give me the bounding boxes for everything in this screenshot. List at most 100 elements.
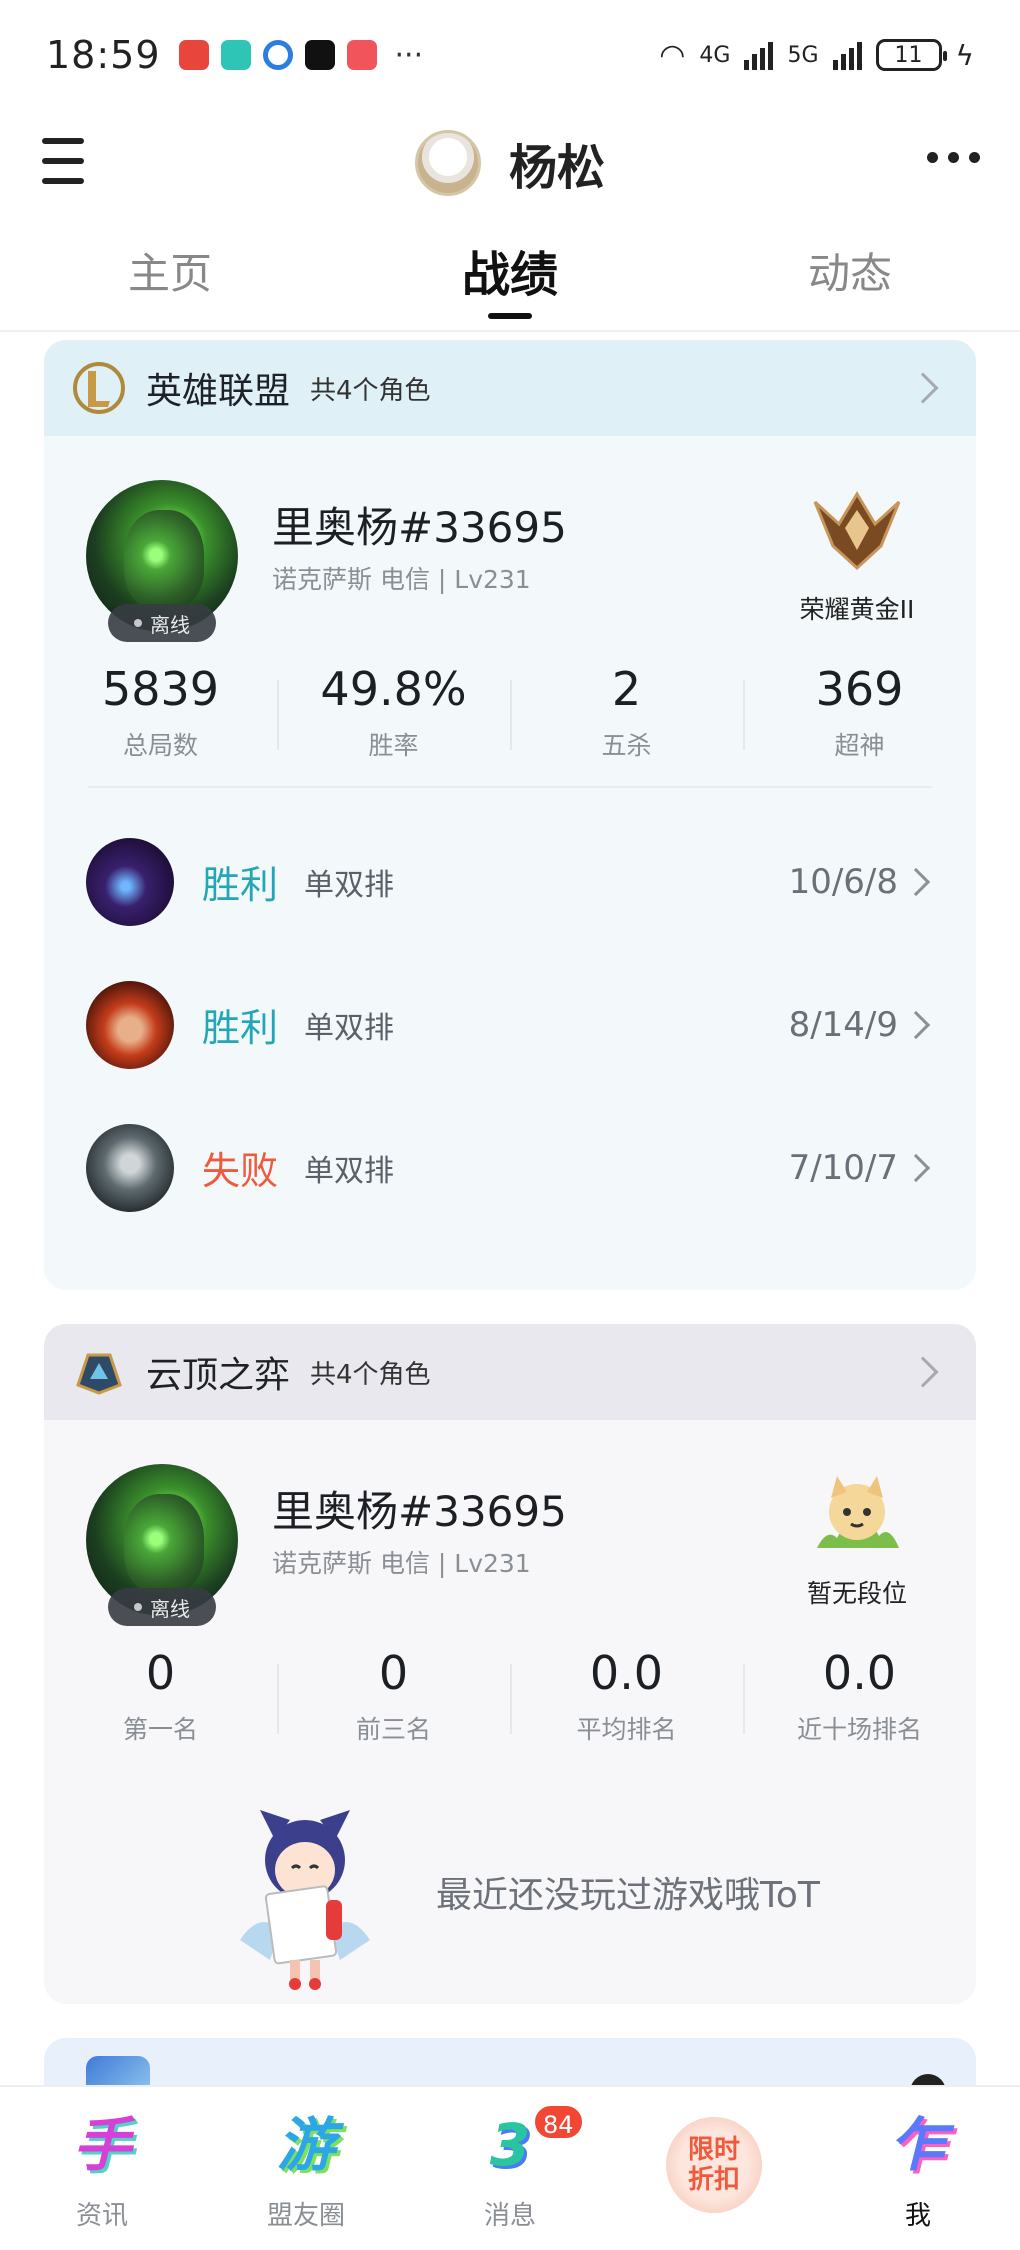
nav-label: 资讯 bbox=[75, 2201, 128, 2231]
match-row[interactable]: 胜利 单双排 10/6/8 bbox=[44, 810, 976, 953]
match-kda: 7/10/7 bbox=[788, 1147, 898, 1188]
champion-icon bbox=[86, 980, 174, 1069]
stat-value: 49.8% bbox=[320, 662, 467, 716]
match-row[interactable]: 失败 单双排 7/10/7 bbox=[44, 1096, 976, 1239]
menu-icon[interactable] bbox=[42, 138, 84, 184]
network-5g-label: 5G bbox=[787, 42, 819, 68]
tft-role-count: 共4个角色 bbox=[310, 1359, 431, 1390]
avatar[interactable] bbox=[414, 129, 481, 196]
status-more-icon: ··· bbox=[394, 37, 424, 73]
player-server-level: 诺克萨斯 电信 | Lv231 bbox=[272, 1549, 531, 1578]
tft-stats: 0 第一名 0 前三名 0.0 平均排名 0.0 近十场排名 bbox=[44, 1640, 976, 1770]
tft-title: 云顶之弈 bbox=[146, 1355, 291, 1396]
battery-icon: 11 bbox=[875, 39, 947, 71]
nav-news[interactable]: 手 资讯 bbox=[0, 2087, 204, 2250]
empty-state: 最近还没玩过游戏哦ToT bbox=[44, 1770, 976, 2000]
nav-messages[interactable]: 3 84 消息 bbox=[408, 2087, 612, 2250]
signal-icon-2 bbox=[832, 40, 862, 70]
stat-pentakills: 2 五杀 bbox=[510, 656, 743, 786]
tab-records[interactable]: 战绩 bbox=[340, 225, 680, 315]
tab-home[interactable]: 主页 bbox=[0, 225, 340, 315]
me-icon: 乍 bbox=[888, 2111, 947, 2179]
chevron-right-icon bbox=[907, 1356, 939, 1388]
stat-value: 0.0 bbox=[589, 1646, 664, 1700]
stat-value: 0 bbox=[145, 1646, 176, 1700]
offline-status-badge: 离线 bbox=[108, 1588, 216, 1626]
profile-name: 杨松 bbox=[508, 139, 605, 196]
stat-value: 0 bbox=[378, 1646, 409, 1700]
mail-app-icon bbox=[346, 40, 377, 70]
limited-discount-icon: 限时 折扣 bbox=[666, 2117, 762, 2213]
gold-rank-icon bbox=[813, 491, 901, 571]
match-row[interactable]: 胜利 单双排 8/14/9 bbox=[44, 953, 976, 1096]
stat-top-three: 0 前三名 bbox=[277, 1640, 510, 1770]
wifi-icon: ◠ bbox=[659, 37, 686, 73]
divider bbox=[0, 330, 1020, 332]
chevron-right-icon bbox=[901, 1010, 931, 1040]
chevron-right-icon bbox=[901, 867, 931, 897]
tft-logo-icon bbox=[76, 1353, 122, 1395]
more-options-icon[interactable] bbox=[927, 152, 980, 163]
stat-first-place: 0 第一名 bbox=[44, 1640, 277, 1770]
offline-status-label: 离线 bbox=[150, 612, 190, 637]
battery-level: 11 bbox=[894, 42, 923, 68]
player-name: 里奥杨#33695 bbox=[272, 503, 567, 552]
stat-recent-ten-rank: 0.0 近十场排名 bbox=[743, 1640, 976, 1770]
rank-name: 暂无段位 bbox=[806, 1579, 907, 1608]
promo-line-1: 限时 bbox=[687, 2135, 740, 2165]
stat-win-rate: 49.8% 胜率 bbox=[277, 656, 510, 786]
status-app-icons: ··· bbox=[178, 37, 424, 73]
lol-role-count: 共4个角色 bbox=[310, 375, 431, 406]
boss-app-icon bbox=[220, 40, 251, 70]
tft-card-header[interactable]: 云顶之弈 共4个角色 bbox=[44, 1324, 976, 1420]
nav-friends-circle[interactable]: 游 盟友圈 bbox=[204, 2087, 408, 2250]
friends-circle-icon: 游 bbox=[276, 2111, 335, 2179]
chevron-right-icon bbox=[907, 372, 939, 404]
status-bar: 18:59 ··· ◠ 4G 5G 11 ϟ bbox=[0, 0, 1020, 110]
charging-icon: ϟ bbox=[955, 38, 974, 72]
offline-status-badge: 离线 bbox=[108, 604, 216, 642]
stat-label: 超神 bbox=[834, 731, 885, 760]
tab-activity[interactable]: 动态 bbox=[680, 225, 1020, 315]
match-mode: 单双排 bbox=[304, 1153, 394, 1189]
stat-label: 前三名 bbox=[355, 1715, 431, 1744]
status-indicators: ◠ 4G 5G 11 ϟ bbox=[659, 38, 974, 73]
lol-stats: 5839 总局数 49.8% 胜率 2 五杀 369 超神 bbox=[44, 656, 976, 786]
stat-value: 5839 bbox=[101, 662, 220, 716]
match-kda: 8/14/9 bbox=[788, 1004, 898, 1045]
unread-badge: 84 bbox=[532, 2103, 585, 2141]
match-result: 胜利 bbox=[202, 863, 279, 907]
player-name: 里奥杨#33695 bbox=[272, 1487, 567, 1536]
bottom-nav: 手 资讯 游 盟友圈 3 84 消息 限时 折扣 乍 我 bbox=[0, 2085, 1020, 2250]
lol-card-header[interactable]: 英雄联盟 共4个角色 bbox=[44, 340, 976, 436]
stat-label: 总局数 bbox=[122, 731, 198, 760]
stat-value: 369 bbox=[815, 662, 904, 716]
stat-label: 胜率 bbox=[368, 731, 419, 760]
stat-average-rank: 0.0 平均排名 bbox=[510, 1640, 743, 1770]
stat-value: 0.0 bbox=[822, 1646, 897, 1700]
match-mode: 单双排 bbox=[304, 867, 394, 903]
nav-me[interactable]: 乍 我 bbox=[816, 2087, 1020, 2250]
profile-header: 杨松 bbox=[0, 110, 1020, 215]
rank-badge: 荣耀黄金II bbox=[782, 484, 932, 626]
stat-legendary: 369 超神 bbox=[743, 656, 976, 786]
tft-card: 云顶之弈 共4个角色 离线 里奥杨#33695 诺克萨斯 电信 | Lv231 … bbox=[44, 1324, 976, 2004]
champion-icon bbox=[86, 1123, 174, 1212]
network-4g-label: 4G bbox=[699, 42, 731, 68]
divider bbox=[88, 786, 932, 788]
match-result: 胜利 bbox=[202, 1006, 279, 1050]
tft-profile: 离线 里奥杨#33695 诺克萨斯 电信 | Lv231 暂无段位 bbox=[44, 1420, 976, 1640]
rank-badge: 暂无段位 bbox=[782, 1468, 932, 1610]
lol-profile: 离线 里奥杨#33695 诺克萨斯 电信 | Lv231 荣耀黄金II bbox=[44, 436, 976, 656]
stat-value: 2 bbox=[611, 662, 642, 716]
stat-label: 五杀 bbox=[601, 731, 652, 760]
stat-label: 近十场排名 bbox=[796, 1715, 922, 1744]
nav-promo[interactable]: 限时 折扣 bbox=[612, 2087, 816, 2250]
unranked-icon bbox=[817, 1476, 899, 1548]
empty-state-text: 最近还没玩过游戏哦ToT bbox=[436, 1875, 820, 1916]
stat-label: 第一名 bbox=[122, 1715, 198, 1744]
rank-name: 荣耀黄金II bbox=[799, 595, 915, 624]
match-kda: 10/6/8 bbox=[788, 861, 898, 902]
player-server-level: 诺克萨斯 电信 | Lv231 bbox=[272, 565, 531, 594]
lol-title: 英雄联盟 bbox=[146, 371, 291, 412]
